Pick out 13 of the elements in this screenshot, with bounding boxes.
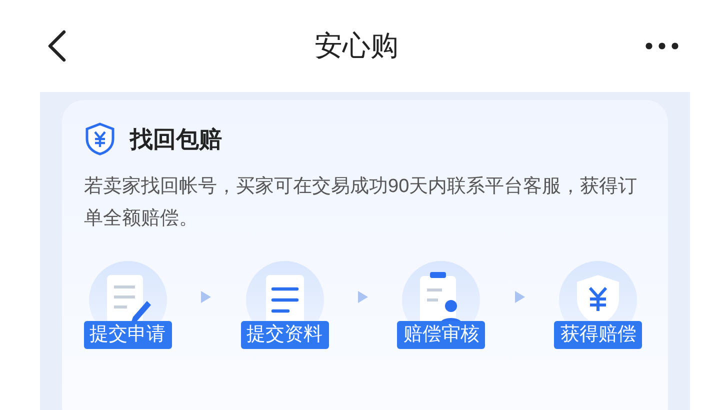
more-icon[interactable] bbox=[645, 42, 679, 50]
step-label: 提交申请 bbox=[84, 320, 172, 348]
page-title: 安心购 bbox=[314, 29, 398, 63]
card-description: 若卖家找回帐号，买家可在交易成功90天内联系平台客服，获得订单全额赔偿。 bbox=[84, 174, 638, 230]
step-label: 提交资料 bbox=[240, 320, 329, 348]
arrow-icon bbox=[201, 290, 212, 302]
arrow-icon bbox=[514, 290, 525, 302]
shield-yen-icon bbox=[84, 122, 116, 156]
step-label: 获得赔偿 bbox=[554, 320, 642, 348]
step-label: 赔偿审核 bbox=[397, 320, 486, 348]
arrow-icon bbox=[358, 290, 368, 302]
back-icon[interactable] bbox=[46, 29, 68, 63]
card-title: 找回包赔 bbox=[130, 125, 222, 154]
